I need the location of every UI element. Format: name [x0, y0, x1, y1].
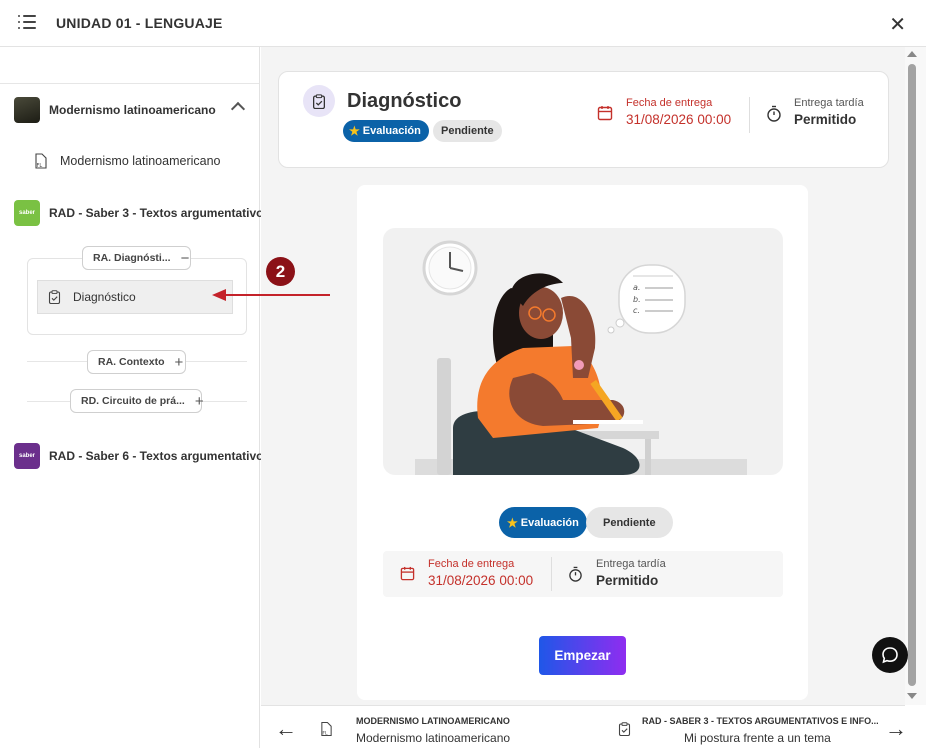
- divider: [749, 97, 750, 133]
- stopwatch-icon: [767, 105, 781, 122]
- calendar-icon: [400, 566, 415, 581]
- due-date: Fecha de entrega 31/08/2026 00:00: [400, 558, 533, 588]
- sidebar-item-modernismo[interactable]: FL Modernismo latinoamericano: [34, 153, 221, 169]
- badge-evaluacion: ★ Evaluación: [343, 120, 429, 142]
- sidebar-unit-saber3[interactable]: saber RAD - Saber 3 - Textos argumentati…: [14, 200, 270, 226]
- section-circuito[interactable]: RD. Circuito de prá... +: [70, 389, 204, 413]
- late-value: Permitido: [596, 573, 659, 588]
- start-button[interactable]: Empezar: [539, 636, 626, 675]
- activity-info-box: Fecha de entrega 31/08/2026 00:00 Entreg…: [383, 551, 783, 597]
- bottom-navigation: ← FL MODERNISMO LATINOAMERICANO Modernis…: [261, 705, 907, 748]
- unit-thumbnail: [14, 97, 40, 123]
- chevron-up-icon[interactable]: [230, 101, 246, 117]
- chat-button[interactable]: [872, 637, 908, 673]
- badge-evaluacion: ★ Evaluación: [499, 507, 587, 538]
- page-title: UNIDAD 01 - LENGUAJE: [56, 15, 223, 31]
- sidebar-unit-modernismo[interactable]: Modernismo latinoamericano: [14, 97, 216, 123]
- star-icon: ★: [349, 124, 360, 138]
- sidebar-divider: [0, 83, 259, 84]
- svg-text:FL: FL: [322, 731, 328, 737]
- unit-label: RAD - Saber 3 - Textos argumentativos: [49, 206, 271, 220]
- scroll-up-icon[interactable]: [907, 51, 917, 57]
- saber-logo: saber: [14, 200, 40, 226]
- expand-icon[interactable]: +: [175, 354, 184, 371]
- clipboard-icon: [303, 85, 335, 117]
- scrollbar-thumb[interactable]: [908, 64, 916, 686]
- late-delivery: Entrega tardía Permitido: [568, 558, 666, 588]
- collapse-icon[interactable]: −: [181, 250, 190, 267]
- due-value: 31/08/2026 00:00: [428, 573, 534, 588]
- chat-icon: [882, 647, 898, 664]
- file-icon: FL: [321, 721, 332, 737]
- sidebar: Modernismo latinoamericano FL Modernismo…: [0, 47, 270, 748]
- late-label: Entrega tardía: [794, 97, 864, 109]
- menu-icon[interactable]: [18, 15, 36, 29]
- annotation-arrow: [212, 289, 330, 301]
- clipboard-icon: [48, 290, 61, 304]
- sidebar-item-diagnostico[interactable]: Diagnóstico: [37, 280, 233, 314]
- close-icon[interactable]: ✕: [889, 12, 906, 37]
- calendar-icon: [597, 106, 613, 121]
- scrollbar[interactable]: [905, 47, 926, 705]
- unit-label: RAD - Saber 6 - Textos argumentativos: [49, 449, 271, 463]
- section-label: RA. Contexto: [98, 356, 165, 368]
- prev-caption: MODERNISMO LATINOAMERICANO: [356, 716, 510, 726]
- scroll-down-icon[interactable]: [907, 693, 917, 699]
- due-label: Fecha de entrega: [626, 97, 713, 109]
- file-icon: FL: [34, 153, 48, 169]
- badge-label: Evaluación: [362, 125, 421, 137]
- activity-content-card: a. b. c. ★ Evaluación Pendiente Fecha de…: [357, 185, 808, 700]
- top-bar: UNIDAD 01 - LENGUAJE ✕: [0, 0, 926, 47]
- option-c: c.: [633, 306, 640, 315]
- badge-pendiente: Pendiente: [586, 507, 673, 538]
- sidebar-item-label: Modernismo latinoamericano: [60, 154, 221, 168]
- arrow-left-icon[interactable]: ←: [275, 716, 297, 742]
- section-label: RD. Circuito de prá...: [81, 395, 185, 407]
- due-date: Fecha de entrega 31/08/2026 00:00: [597, 97, 731, 127]
- due-value: 31/08/2026 00:00: [626, 112, 732, 127]
- next-title[interactable]: Mi postura frente a un tema: [684, 731, 831, 745]
- main-content: Diagnóstico ★ Evaluación Pendiente Fecha…: [261, 47, 905, 705]
- option-b: b.: [633, 295, 641, 304]
- clipboard-icon: [618, 722, 631, 736]
- due-label: Fecha de entrega: [428, 558, 515, 570]
- student-thinking-illustration: a. b. c.: [383, 228, 783, 475]
- divider: [551, 557, 552, 591]
- expand-icon[interactable]: +: [195, 393, 204, 410]
- activity-header-card: Diagnóstico ★ Evaluación Pendiente Fecha…: [278, 71, 889, 168]
- stopwatch-icon: [569, 566, 582, 582]
- saber-logo: saber: [14, 443, 40, 469]
- section-diagnostico[interactable]: RA. Diagnósti... −: [82, 246, 191, 270]
- svg-text:FL: FL: [37, 163, 43, 169]
- late-delivery: Entrega tardía Permitido: [766, 97, 864, 127]
- unit-label: Modernismo latinoamericano: [49, 103, 216, 117]
- star-icon: ★: [507, 515, 518, 530]
- option-a: a.: [633, 283, 640, 292]
- section-contexto[interactable]: RA. Contexto +: [87, 350, 186, 374]
- late-value: Permitido: [794, 112, 857, 127]
- badge-pendiente: Pendiente: [433, 120, 502, 142]
- annotation-marker: 2: [266, 257, 295, 286]
- arrow-right-icon[interactable]: →: [885, 716, 907, 742]
- sidebar-item-label: Diagnóstico: [73, 290, 136, 304]
- section-label: RA. Diagnósti...: [93, 252, 171, 264]
- activity-title: Diagnóstico: [347, 90, 462, 112]
- sidebar-unit-saber6[interactable]: saber RAD - Saber 6 - Textos argumentati…: [14, 443, 270, 469]
- prev-title[interactable]: Modernismo latinoamericano: [356, 731, 510, 745]
- late-label: Entrega tardía: [596, 558, 666, 570]
- badge-label: Evaluación: [520, 516, 579, 529]
- next-caption: RAD - SABER 3 - TEXTOS ARGUMENTATIVOS E …: [642, 716, 879, 726]
